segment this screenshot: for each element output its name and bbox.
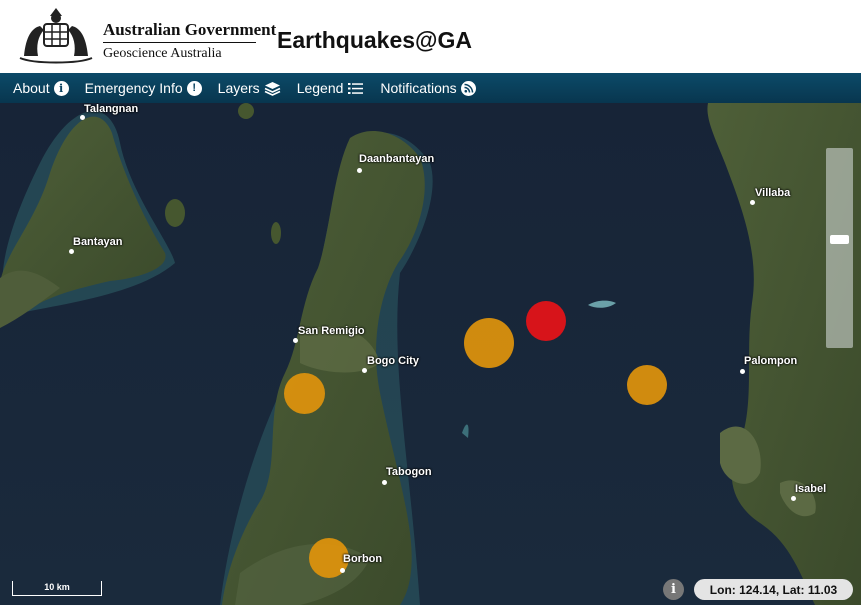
place-marker	[791, 496, 796, 501]
place-label-san-remigio: San Remigio	[293, 325, 365, 343]
place-marker	[340, 568, 345, 573]
place-name: Tabogon	[386, 466, 432, 478]
place-label-talangnan: Talangnan	[80, 103, 139, 120]
layers-icon	[264, 81, 281, 96]
title-divider	[103, 42, 256, 43]
zoom-slider[interactable]	[826, 148, 853, 348]
place-label-palompon: Palompon	[740, 355, 798, 374]
alert-icon: !	[186, 80, 202, 96]
site-header: Australian Government Geoscience Austral…	[0, 0, 861, 73]
place-marker	[69, 249, 74, 254]
rss-icon	[460, 80, 476, 96]
place-label-isabel: Isabel	[791, 483, 827, 501]
place-name: Villaba	[755, 187, 791, 199]
scale-bar-label: 10 km	[44, 582, 70, 592]
nav-about[interactable]: About i	[13, 80, 69, 96]
place-label-villaba: Villaba	[750, 187, 791, 205]
app-title: Earthquakes@GA	[277, 27, 472, 53]
earthquake-marker-recent[interactable]	[526, 301, 566, 341]
place-marker	[357, 168, 362, 173]
place-name: Daanbantayan	[359, 153, 435, 165]
nav-emergency-info[interactable]: Emergency Info !	[85, 80, 202, 96]
nav-notifications-label: Notifications	[380, 80, 457, 96]
nav-legend[interactable]: Legend	[297, 80, 365, 96]
zoom-slider-handle[interactable]	[830, 235, 849, 244]
legend-list-icon	[348, 82, 364, 94]
government-title: Australian Government	[103, 20, 277, 39]
scale-bar: 10 km	[12, 581, 102, 596]
place-label-borbon: Borbon	[340, 553, 383, 573]
satellite-basemap	[0, 103, 861, 605]
place-name: Bantayan	[73, 236, 123, 248]
place-name: Borbon	[343, 553, 383, 565]
nav-notifications[interactable]: Notifications	[380, 80, 476, 96]
map-info-icon[interactable]: i	[663, 579, 684, 600]
nav-layers[interactable]: Layers	[218, 80, 281, 96]
place-name: Palompon	[744, 355, 798, 367]
place-label-bantayan: Bantayan	[69, 236, 123, 254]
place-name: Talangnan	[84, 103, 139, 115]
place-marker	[80, 115, 85, 120]
place-marker	[750, 200, 755, 205]
place-name: San Remigio	[298, 325, 365, 337]
coordinate-readout: Lon: 124.14, Lat: 11.03	[694, 579, 853, 600]
place-marker	[293, 338, 298, 343]
nav-about-label: About	[13, 80, 50, 96]
place-label-bogo-city: Bogo City	[362, 355, 419, 373]
earthquake-marker[interactable]	[464, 318, 514, 368]
place-name: Isabel	[795, 483, 827, 495]
info-icon: i	[53, 80, 69, 96]
place-marker	[740, 369, 745, 374]
coat-of-arms-logo	[19, 8, 93, 64]
earthquake-marker[interactable]	[627, 365, 667, 405]
main-nav: About i Emergency Info ! Layers Legend N…	[0, 73, 861, 103]
nav-emergency-info-label: Emergency Info	[84, 80, 183, 96]
place-marker	[382, 480, 387, 485]
nav-layers-label: Layers	[217, 80, 260, 96]
earthquake-marker[interactable]	[284, 373, 325, 414]
place-marker	[362, 368, 367, 373]
nav-legend-label: Legend	[296, 80, 344, 96]
agency-name: Geoscience Australia	[103, 46, 222, 61]
place-name: Bogo City	[367, 355, 419, 367]
place-label-daanbantayan: Daanbantayan	[357, 153, 435, 173]
earthquake-map[interactable]: Talangnan Daanbantayan Villaba Bantayan …	[0, 103, 861, 605]
place-label-tabogon: Tabogon	[382, 466, 432, 485]
